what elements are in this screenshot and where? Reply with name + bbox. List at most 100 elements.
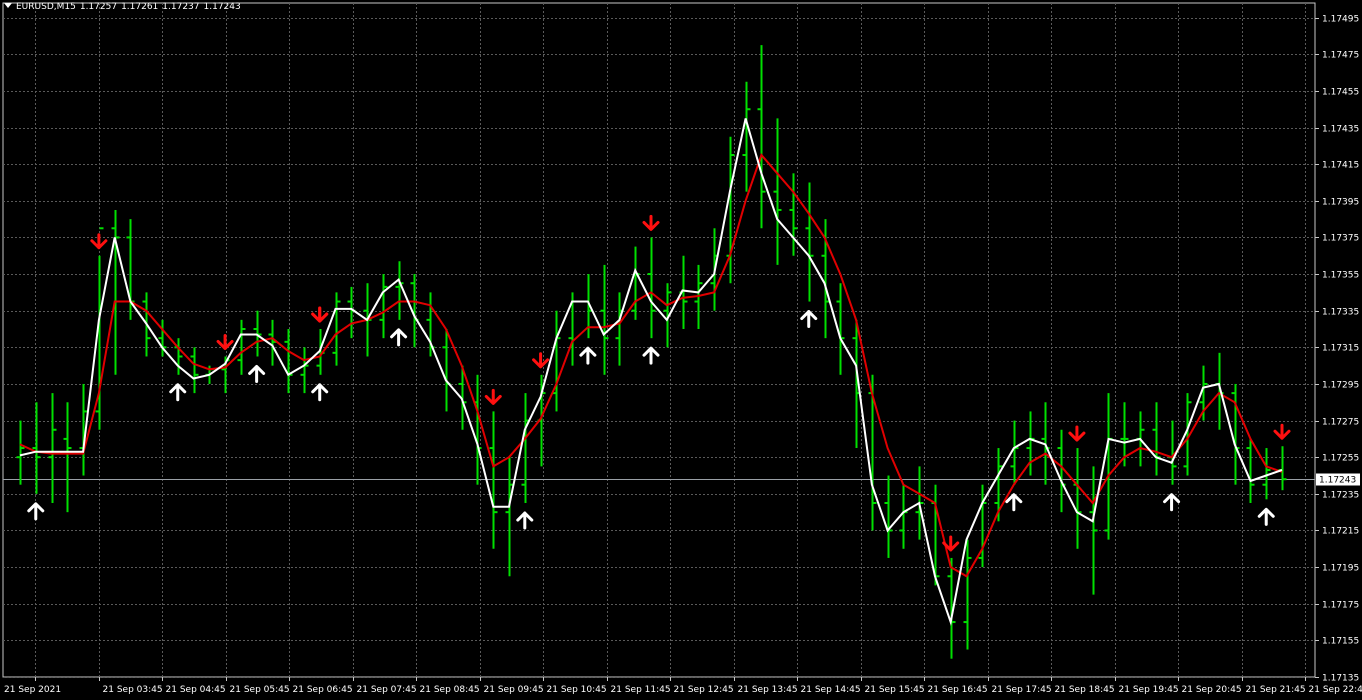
time-axis[interactable]: 21 Sep 2021 21 Sep 03:45 21 Sep 04:45 21 Se… bbox=[4, 677, 1362, 695]
ohlc-bar bbox=[1089, 466, 1098, 595]
menu-triangle-icon[interactable] bbox=[4, 3, 12, 8]
y-tick-label: 1.17135 bbox=[1322, 674, 1359, 684]
buy-arrow-shape bbox=[311, 383, 329, 402]
ohlc-bar bbox=[742, 81, 751, 192]
y-tick-label: 1.17275 bbox=[1322, 418, 1359, 428]
y-tick-label: 1.17335 bbox=[1322, 308, 1359, 318]
ohlc-bar bbox=[1215, 352, 1224, 430]
x-tick-label: 21 Sep 14:45 bbox=[801, 685, 861, 695]
sell-arrow-shape bbox=[532, 352, 550, 369]
buy-arrow-icon bbox=[1005, 493, 1023, 512]
sell-arrow-shape bbox=[311, 306, 329, 323]
sell-arrow-shape bbox=[484, 388, 502, 405]
y-tick-label: 1.17475 bbox=[1322, 51, 1359, 61]
sell-arrow-icon bbox=[484, 388, 502, 405]
price-axis[interactable]: 1.17495 1.17475 1.17455 1.17435 1.17415 1.173… bbox=[1315, 15, 1360, 684]
buy-arrow-icon bbox=[1257, 507, 1275, 526]
ohlc-bar bbox=[426, 292, 435, 357]
ohlc-bar bbox=[332, 292, 341, 366]
ohlc-bar bbox=[32, 402, 41, 494]
x-tick-label: 21 Sep 15:45 bbox=[865, 685, 925, 695]
ohlc-bar bbox=[16, 420, 25, 485]
y-tick-label: 1.17375 bbox=[1322, 234, 1359, 244]
sell-arrow-shape bbox=[90, 233, 108, 250]
ohlc-bar bbox=[48, 393, 57, 504]
buy-arrow-icon bbox=[390, 328, 408, 347]
sell-arrow-icon bbox=[532, 352, 550, 369]
buy-arrow-shape bbox=[27, 502, 45, 521]
x-tick-label: 21 Sep 07:45 bbox=[357, 685, 417, 695]
x-tick-label: 21 Sep 09:45 bbox=[484, 685, 544, 695]
sell-arrow-icon bbox=[216, 333, 234, 350]
buy-arrow-shape bbox=[1005, 493, 1023, 512]
sell-arrow-icon bbox=[1273, 423, 1291, 440]
buy-arrow-icon bbox=[579, 346, 597, 365]
x-tick-label: 21 Sep 08:45 bbox=[420, 685, 480, 695]
ohlc-bar bbox=[884, 475, 893, 558]
buy-arrow-shape bbox=[390, 328, 408, 347]
x-tick-label: 21 Sep 22:45 bbox=[1309, 685, 1362, 695]
y-tick-label: 1.17215 bbox=[1322, 527, 1359, 537]
ohlc-bar bbox=[379, 274, 388, 339]
x-tick-label: 21 Sep 21:45 bbox=[1246, 685, 1306, 695]
buy-arrow-icon bbox=[27, 502, 45, 521]
buy-arrow-icon bbox=[800, 310, 818, 329]
sell-arrow-shape bbox=[216, 333, 234, 350]
quote-close: 1.17243 bbox=[203, 2, 241, 12]
x-tick-label: 21 Sep 2021 bbox=[4, 685, 61, 695]
ohlc-bar bbox=[284, 329, 293, 394]
ohlc-bar bbox=[300, 347, 309, 394]
ohlc-bar bbox=[789, 173, 798, 256]
x-tick-label: 21 Sep 10:45 bbox=[547, 685, 607, 695]
chart-header: EURUSD,M15 1.17257 1.17261 1.17237 1.17243 bbox=[4, 2, 245, 12]
sell-arrow-icon bbox=[1068, 425, 1086, 442]
buy-arrow-icon bbox=[169, 383, 187, 402]
x-tick-label: 21 Sep 04:45 bbox=[166, 685, 226, 695]
sell-arrow-icon bbox=[311, 306, 329, 323]
buy-arrow-shape bbox=[800, 310, 818, 329]
y-tick-label: 1.17455 bbox=[1322, 88, 1359, 98]
ohlc-bar bbox=[1152, 402, 1161, 476]
ohlc-bar bbox=[190, 347, 199, 394]
y-tick-label: 1.17155 bbox=[1322, 637, 1359, 647]
price-chart[interactable]: 1.17495 1.17475 1.17455 1.17435 1.17415 1.173… bbox=[0, 0, 1362, 700]
sell-arrow-shape bbox=[1068, 425, 1086, 442]
quote-open: 1.17257 bbox=[79, 2, 118, 12]
ohlc-bar bbox=[757, 45, 766, 229]
ohlc-bar bbox=[805, 182, 814, 302]
buy-arrow-shape bbox=[1257, 507, 1275, 526]
quote-low: 1.17237 bbox=[162, 2, 200, 12]
plot-frame bbox=[2, 2, 1316, 678]
buy-arrow-icon bbox=[516, 511, 534, 530]
ohlc-bar bbox=[552, 310, 561, 412]
ohlc-bar bbox=[1278, 446, 1287, 491]
buy-arrow-shape bbox=[516, 511, 534, 530]
ohlc-bar bbox=[568, 292, 577, 366]
symbol-timeframe: EURUSD,M15 bbox=[16, 2, 76, 12]
quote-high: 1.17261 bbox=[121, 2, 159, 12]
x-tick-label: 21 Sep 20:45 bbox=[1182, 685, 1242, 695]
y-tick-label: 1.17195 bbox=[1322, 564, 1359, 574]
buy-arrow-shape bbox=[1163, 493, 1181, 512]
ohlc-bar bbox=[773, 118, 782, 265]
y-tick-label: 1.17175 bbox=[1322, 601, 1359, 611]
x-tick-label: 21 Sep 11:45 bbox=[611, 685, 671, 695]
x-tick-label: 21 Sep 12:45 bbox=[674, 685, 734, 695]
y-tick-label: 1.17295 bbox=[1322, 381, 1359, 391]
x-tick-label: 21 Sep 18:45 bbox=[1055, 685, 1115, 695]
chart-window[interactable]: 1.17495 1.17475 1.17455 1.17435 1.17415 1.173… bbox=[0, 0, 1362, 700]
y-tick-label: 1.17415 bbox=[1322, 161, 1359, 171]
x-tick-label: 21 Sep 03:45 bbox=[103, 685, 163, 695]
buy-arrow-shape bbox=[579, 346, 597, 365]
ohlc-bar bbox=[521, 393, 530, 504]
buy-arrow-shape bbox=[248, 364, 266, 383]
buy-arrow-shape bbox=[169, 383, 187, 402]
y-tick-label: 1.17315 bbox=[1322, 344, 1359, 354]
ohlc-bar bbox=[615, 292, 624, 366]
sell-arrow-icon bbox=[90, 233, 108, 250]
buy-arrow-icon bbox=[642, 346, 660, 365]
ohlc-bar bbox=[505, 457, 514, 577]
chart-grid bbox=[2, 2, 1316, 678]
ohlc-bar bbox=[1246, 438, 1255, 504]
ohlc-bar bbox=[111, 209, 120, 375]
